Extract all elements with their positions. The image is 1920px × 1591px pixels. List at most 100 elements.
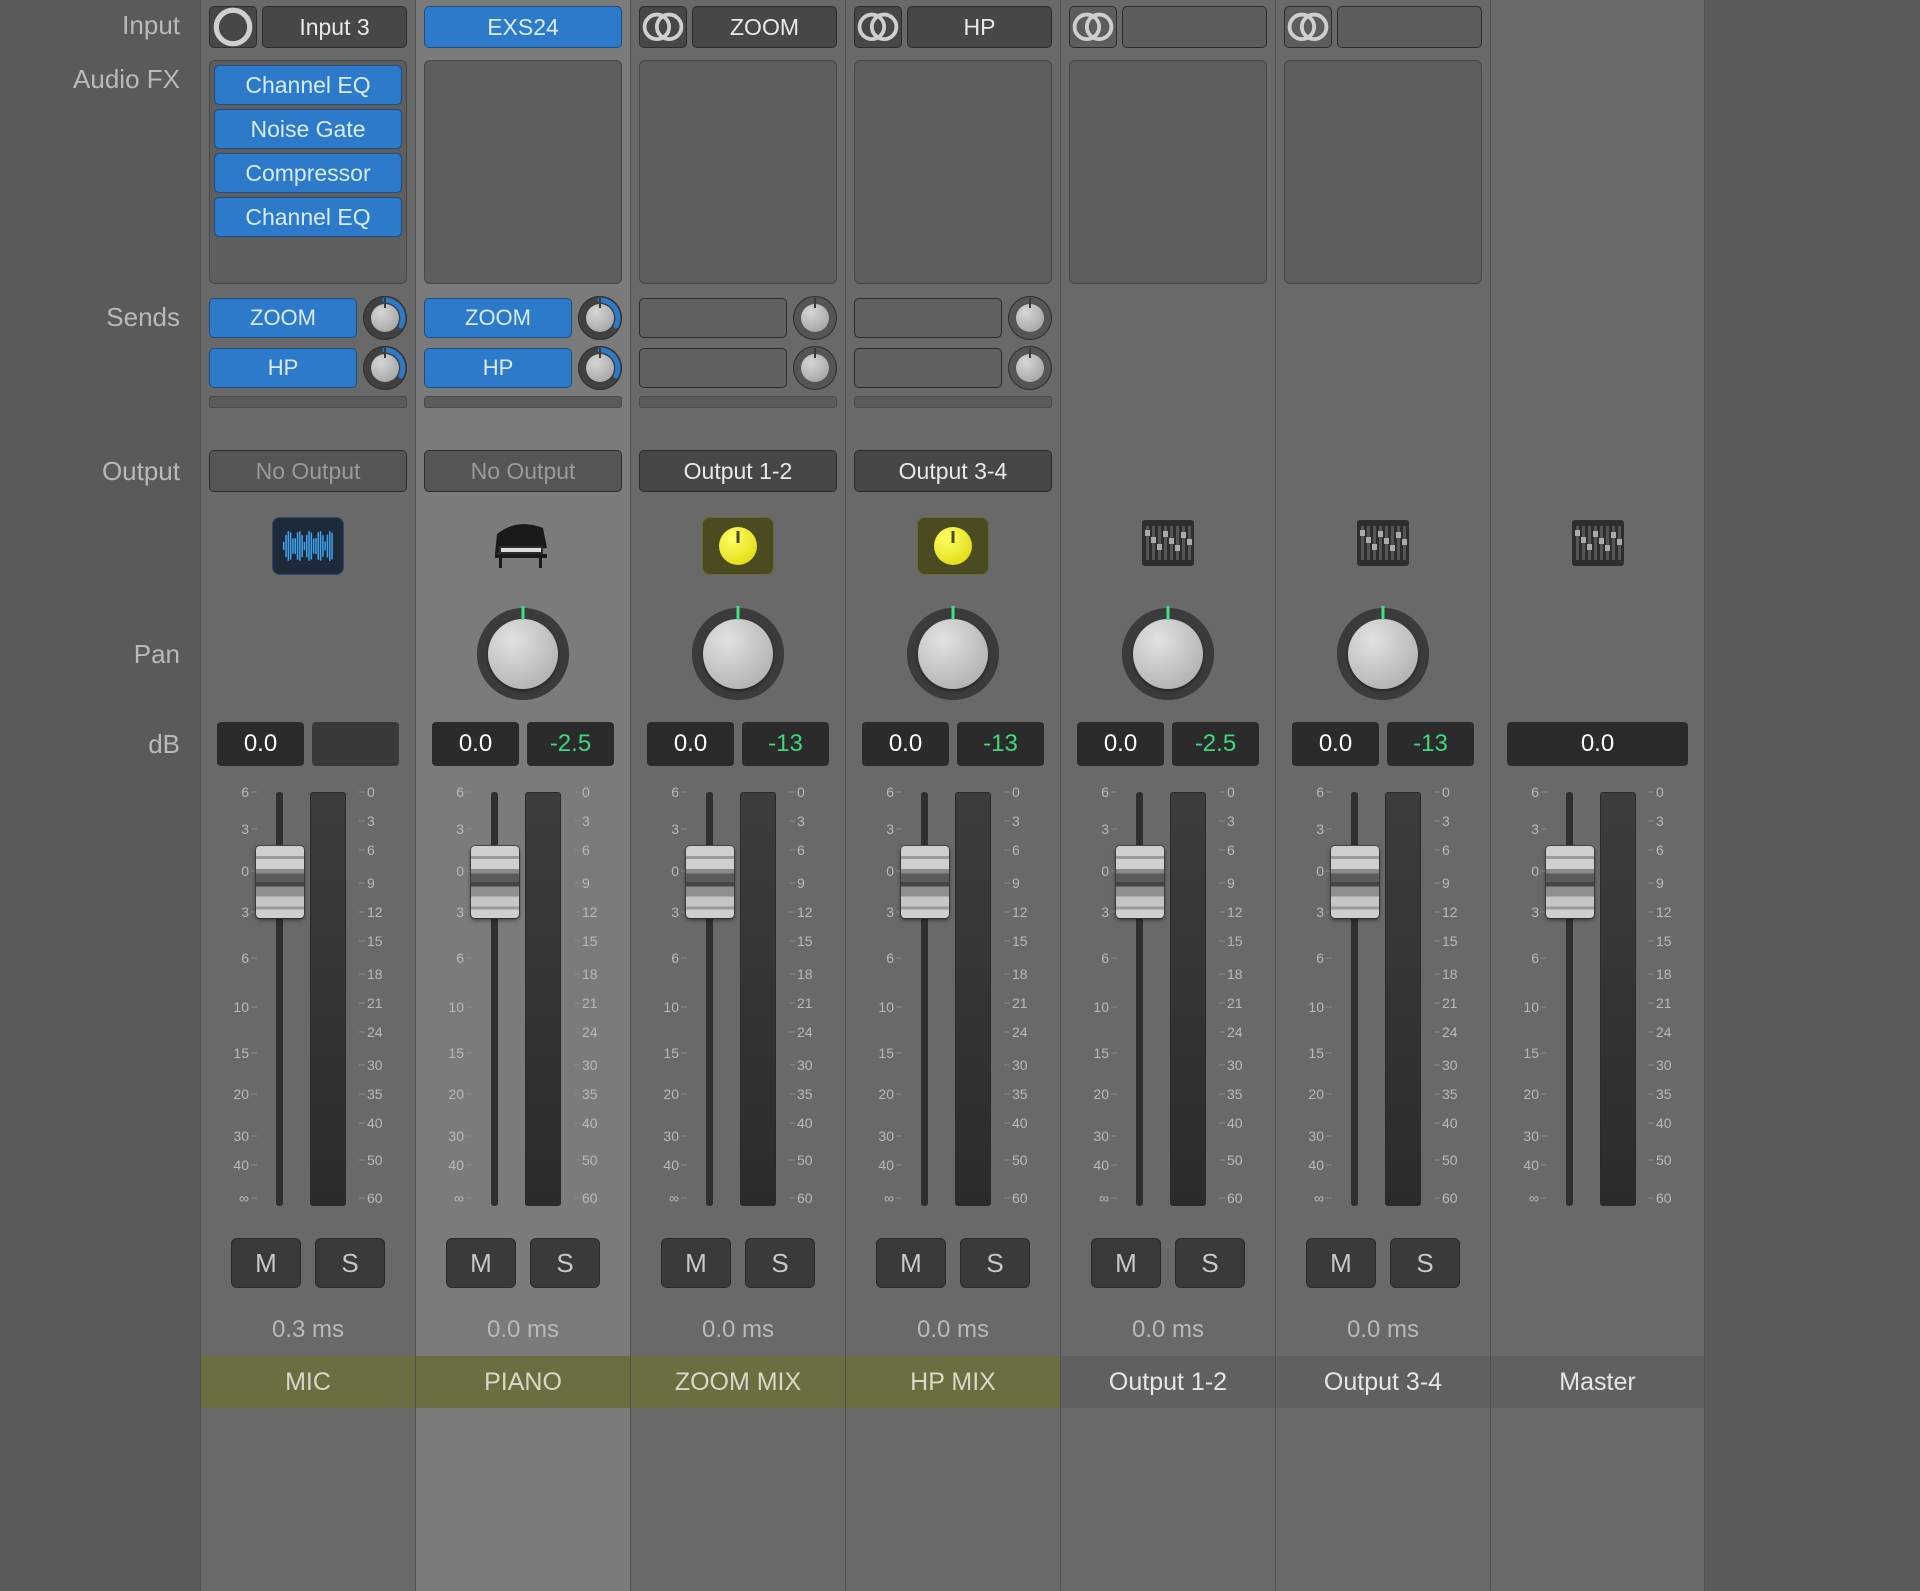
input-slot[interactable]: HP	[907, 6, 1052, 48]
solo-button[interactable]: S	[960, 1238, 1030, 1288]
output-slot[interactable]: No Output	[209, 450, 407, 492]
piano-icon[interactable]	[487, 514, 559, 578]
fx-slot[interactable]: Compressor	[214, 153, 402, 193]
send-empty-bar[interactable]	[209, 396, 407, 408]
track-name[interactable]: Output 1-2	[1061, 1356, 1275, 1408]
volume-fader[interactable]	[1117, 792, 1162, 1206]
db-value[interactable]: 0.0	[647, 722, 734, 766]
mixer-icon[interactable]	[1572, 520, 1624, 572]
send-slot[interactable]: ZOOM	[424, 298, 572, 338]
audio-fx-well[interactable]	[639, 60, 837, 284]
send-row-empty[interactable]	[854, 346, 1052, 390]
send-slot-empty[interactable]	[639, 298, 787, 338]
send-knob[interactable]	[578, 296, 622, 340]
stereo-icon[interactable]	[854, 6, 902, 48]
mute-button[interactable]: M	[1306, 1238, 1376, 1288]
pan-knob[interactable]	[907, 608, 999, 700]
mono-icon[interactable]	[209, 6, 257, 48]
db-value[interactable]: 0.0	[1292, 722, 1379, 766]
db-peak[interactable]	[312, 722, 399, 766]
stereo-icon[interactable]	[639, 6, 687, 48]
fx-slot[interactable]: Noise Gate	[214, 109, 402, 149]
send-row-empty[interactable]	[854, 296, 1052, 340]
input-slot[interactable]	[1337, 6, 1482, 48]
db-value[interactable]: 0.0	[1077, 722, 1164, 766]
track-name[interactable]: PIANO	[416, 1356, 630, 1408]
db-value[interactable]: 0.0	[217, 722, 304, 766]
send-knob[interactable]	[793, 296, 837, 340]
solo-button[interactable]: S	[745, 1238, 815, 1288]
mixer-icon[interactable]	[1357, 520, 1409, 572]
send-slot-empty[interactable]	[854, 298, 1002, 338]
db-peak[interactable]: -13	[957, 722, 1044, 766]
send-empty-bar[interactable]	[854, 396, 1052, 408]
volume-fader[interactable]	[257, 792, 302, 1206]
send-knob[interactable]	[363, 346, 407, 390]
fx-slot[interactable]: Channel EQ	[214, 65, 402, 105]
audio-fx-well[interactable]	[424, 60, 622, 284]
volume-fader[interactable]	[472, 792, 517, 1206]
send-knob[interactable]	[1008, 346, 1052, 390]
volume-fader[interactable]	[902, 792, 947, 1206]
send-slot-empty[interactable]	[639, 348, 787, 388]
stereo-icon[interactable]	[1284, 6, 1332, 48]
bus-knob-icon[interactable]	[917, 517, 989, 575]
mute-button[interactable]: M	[231, 1238, 301, 1288]
pan-knob[interactable]	[477, 608, 569, 700]
db-peak[interactable]: -2.5	[1172, 722, 1259, 766]
mute-button[interactable]: M	[661, 1238, 731, 1288]
stereo-icon[interactable]	[1069, 6, 1117, 48]
send-slot[interactable]: HP	[209, 348, 357, 388]
track-name[interactable]: HP MIX	[846, 1356, 1060, 1408]
pan-knob[interactable]	[1122, 608, 1214, 700]
audio-fx-well[interactable]: Channel EQNoise GateCompressorChannel EQ	[209, 60, 407, 284]
send-slot[interactable]: ZOOM	[209, 298, 357, 338]
volume-fader[interactable]	[1547, 792, 1592, 1206]
db-peak[interactable]: -2.5	[527, 722, 614, 766]
pan-knob[interactable]	[692, 608, 784, 700]
send-row-empty[interactable]	[639, 346, 837, 390]
solo-button[interactable]: S	[1390, 1238, 1460, 1288]
track-name[interactable]: ZOOM MIX	[631, 1356, 845, 1408]
solo-button[interactable]: S	[315, 1238, 385, 1288]
send-knob[interactable]	[363, 296, 407, 340]
db-peak[interactable]: -13	[1387, 722, 1474, 766]
mute-button[interactable]: M	[876, 1238, 946, 1288]
db-value[interactable]: 0.0	[432, 722, 519, 766]
output-slot[interactable]: Output 3-4	[854, 450, 1052, 492]
send-row-empty[interactable]	[639, 296, 837, 340]
track-name[interactable]: MIC	[201, 1356, 415, 1408]
send-empty-bar[interactable]	[639, 396, 837, 408]
track-name[interactable]: Master	[1491, 1356, 1704, 1408]
db-value[interactable]: 0.0	[1507, 722, 1688, 766]
audio-fx-well[interactable]	[1284, 60, 1482, 284]
output-slot[interactable]: No Output	[424, 450, 622, 492]
send-knob[interactable]	[578, 346, 622, 390]
track-name[interactable]: Output 3-4	[1276, 1356, 1490, 1408]
mute-button[interactable]: M	[1091, 1238, 1161, 1288]
input-slot[interactable]: EXS24	[424, 6, 622, 48]
input-slot[interactable]: ZOOM	[692, 6, 837, 48]
pan-knob[interactable]	[1337, 608, 1429, 700]
input-slot[interactable]: Input 3	[262, 6, 407, 48]
input-slot[interactable]	[1122, 6, 1267, 48]
waveform-icon[interactable]	[272, 517, 344, 575]
db-peak[interactable]: -13	[742, 722, 829, 766]
fx-slot[interactable]: Channel EQ	[214, 197, 402, 237]
send-slot[interactable]: HP	[424, 348, 572, 388]
solo-button[interactable]: S	[1175, 1238, 1245, 1288]
mixer-icon[interactable]	[1142, 520, 1194, 572]
send-knob[interactable]	[1008, 296, 1052, 340]
output-slot[interactable]: Output 1-2	[639, 450, 837, 492]
send-empty-bar[interactable]	[424, 396, 622, 408]
audio-fx-well[interactable]	[854, 60, 1052, 284]
mute-button[interactable]: M	[446, 1238, 516, 1288]
volume-fader[interactable]	[687, 792, 732, 1206]
audio-fx-well[interactable]	[1069, 60, 1267, 284]
db-value[interactable]: 0.0	[862, 722, 949, 766]
bus-knob-icon[interactable]	[702, 517, 774, 575]
volume-fader[interactable]	[1332, 792, 1377, 1206]
send-slot-empty[interactable]	[854, 348, 1002, 388]
solo-button[interactable]: S	[530, 1238, 600, 1288]
send-knob[interactable]	[793, 346, 837, 390]
